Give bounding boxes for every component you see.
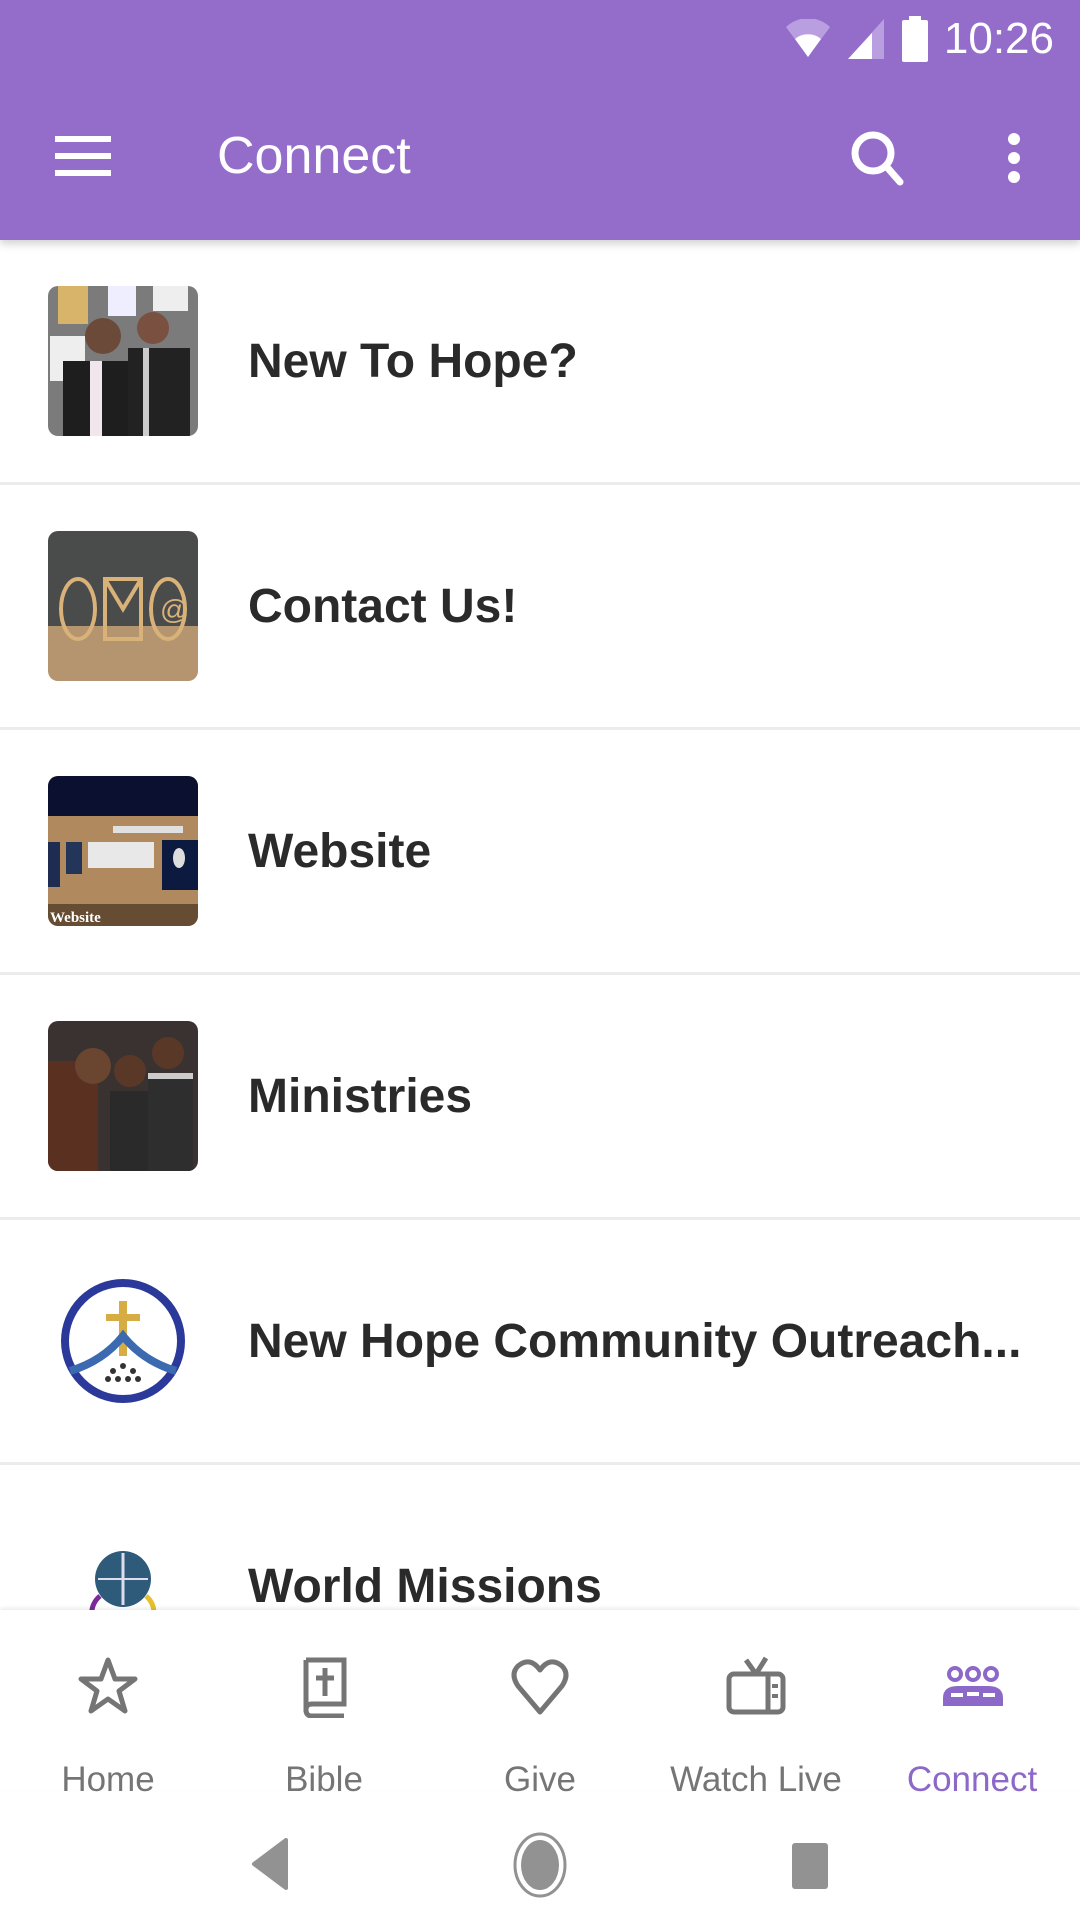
clock: 10:26 <box>943 14 1054 63</box>
menu-icon <box>55 136 111 142</box>
list-item[interactable]: Ministries <box>0 975 1080 1220</box>
status-bar: 10:26 <box>784 0 1080 78</box>
system-navigation-bar <box>0 1790 1080 1920</box>
search-icon <box>851 131 904 186</box>
nav-watch-live[interactable]: Watch Live <box>648 1610 864 1799</box>
group-icon <box>943 1666 1003 1706</box>
nav-bible[interactable]: Bible <box>216 1610 432 1799</box>
nav-connect[interactable]: Connect <box>864 1610 1080 1799</box>
nav-give-label: Give <box>504 1760 576 1799</box>
world-missions-logo <box>48 1511 198 1613</box>
cell-signal-icon <box>847 19 884 59</box>
list-item[interactable]: @ Contact Us! <box>0 485 1080 730</box>
nav-home[interactable]: Home <box>0 1610 216 1799</box>
menu-icon-bar <box>55 170 111 176</box>
app-bar: 10:26 Connect <box>0 0 1080 240</box>
tv-icon <box>726 1656 786 1715</box>
connect-list[interactable]: New To Hope? @ Contact Us! Website Websi… <box>0 240 1080 1613</box>
list-item[interactable]: New To Hope? <box>0 240 1080 485</box>
bottom-navigation: Home Bible Give Watch Live Connect <box>0 1610 1080 1799</box>
home-circle-icon[interactable] <box>512 1832 568 1898</box>
heart-icon <box>511 1659 569 1715</box>
back-icon[interactable] <box>250 1838 290 1890</box>
nav-connect-label: Connect <box>906 1760 1038 1799</box>
nav-home-label: Home <box>61 1760 155 1799</box>
svg-text:@: @ <box>160 594 188 625</box>
page-title: Connect <box>217 127 411 185</box>
list-item[interactable]: Website Website <box>0 730 1080 975</box>
nav-give[interactable]: Give <box>432 1610 648 1799</box>
photo-contact-symbols-thumbnail: @ <box>48 531 198 681</box>
list-item-label: Contact Us! <box>248 579 518 633</box>
bible-icon <box>303 1657 347 1718</box>
battery-icon <box>901 16 928 62</box>
list-item-label: New Hope Community Outreach... <box>248 1314 1022 1368</box>
star-icon <box>78 1657 138 1714</box>
thumbnail-caption: Website <box>50 910 101 926</box>
photo-couple-thumbnail <box>48 286 198 436</box>
menu-icon-bar <box>55 153 111 159</box>
menu-button[interactable] <box>55 136 113 176</box>
search-button[interactable] <box>848 128 908 188</box>
list-item[interactable]: World Missions <box>0 1465 1080 1613</box>
nav-watch-live-label: Watch Live <box>670 1760 842 1799</box>
more-vert-icon <box>1008 133 1020 183</box>
more-options-button[interactable] <box>1000 132 1028 184</box>
list-item-label: New To Hope? <box>248 334 578 388</box>
list-item-label: Ministries <box>248 1069 473 1123</box>
list-item-label: World Missions <box>248 1559 602 1613</box>
list-item[interactable]: New Hope Community Outreach... <box>0 1220 1080 1465</box>
list-item-label: Website <box>248 824 432 878</box>
recents-icon[interactable] <box>791 1842 829 1890</box>
photo-desk-thumbnail: Website <box>48 776 198 926</box>
outreach-logo <box>48 1266 198 1416</box>
photo-group-thumbnail <box>48 1021 198 1171</box>
nav-bible-label: Bible <box>285 1760 363 1799</box>
wifi-icon <box>785 19 830 57</box>
